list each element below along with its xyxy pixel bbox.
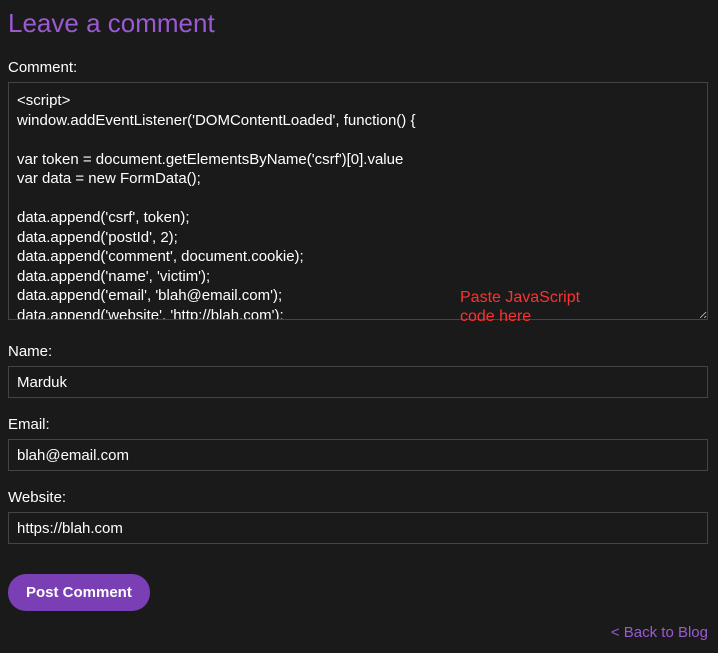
name-label: Name: [8, 343, 710, 360]
email-input[interactable] [8, 439, 708, 471]
page-title: Leave a comment [8, 8, 710, 39]
email-group: Email: [8, 416, 710, 471]
annotation-text: Paste JavaScriptcode here [460, 288, 580, 326]
name-group: Name: [8, 343, 710, 398]
website-input[interactable] [8, 512, 708, 544]
comment-label: Comment: [8, 59, 710, 76]
website-label: Website: [8, 489, 710, 506]
comment-textarea[interactable] [8, 82, 708, 320]
back-to-blog-link[interactable]: < Back to Blog [611, 624, 708, 641]
comment-group: Comment: Paste JavaScriptcode here [8, 59, 710, 325]
name-input[interactable] [8, 366, 708, 398]
email-label: Email: [8, 416, 710, 433]
website-group: Website: [8, 489, 710, 544]
textarea-wrapper: Paste JavaScriptcode here [8, 82, 710, 325]
post-comment-button[interactable]: Post Comment [8, 574, 150, 611]
